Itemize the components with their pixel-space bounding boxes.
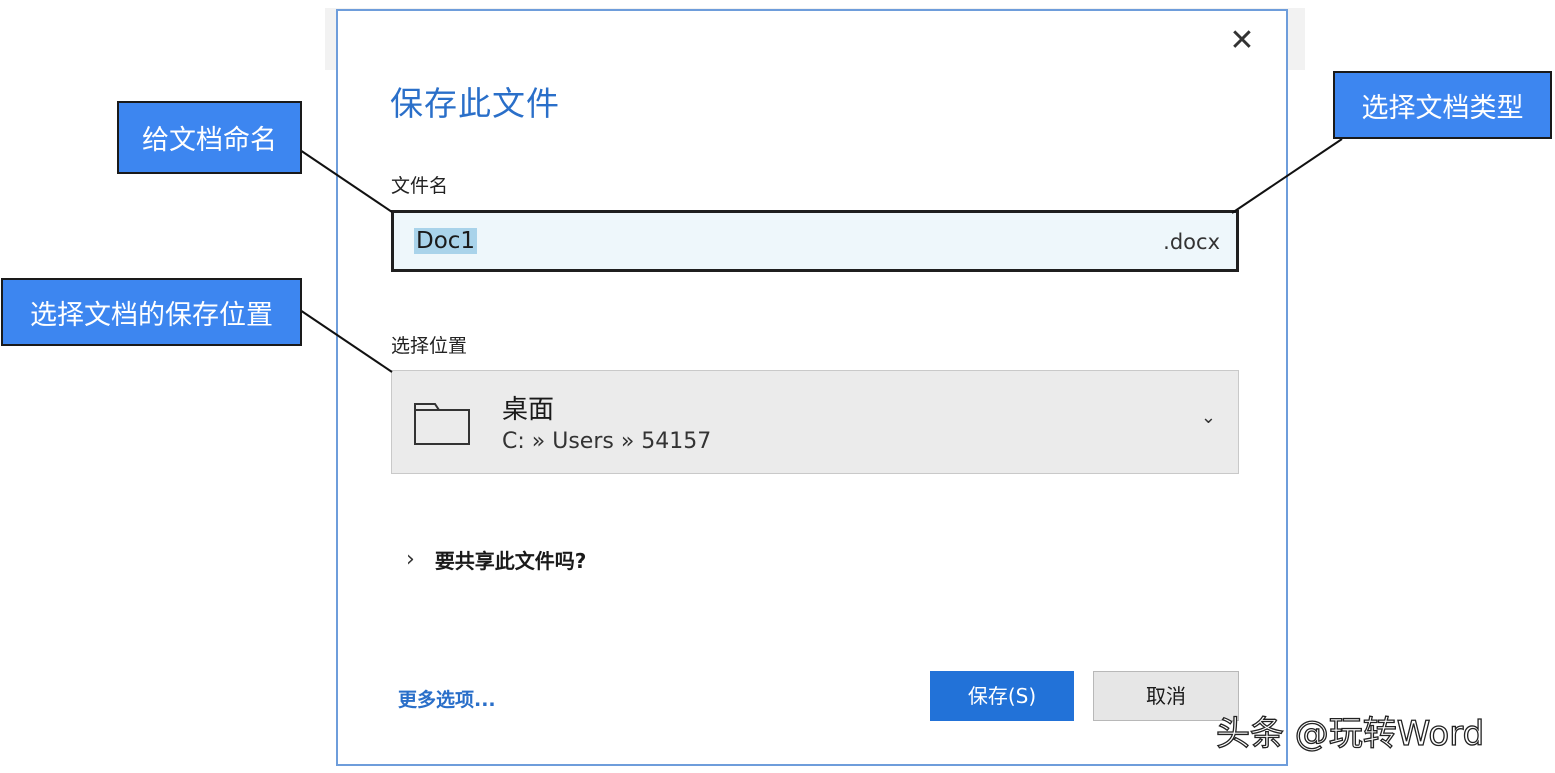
callout-doc-type: 选择文档类型 <box>1333 71 1552 139</box>
callout-name-doc: 给文档命名 <box>117 101 302 174</box>
callout-save-location: 选择文档的保存位置 <box>1 278 302 346</box>
leader-line-location <box>299 309 393 373</box>
watermark-text: 头条 @玩转Word <box>1215 713 1485 754</box>
leader-line-type <box>1231 138 1343 214</box>
leader-line-name <box>299 149 393 213</box>
screenshot-stage: ✕ 保存此文件 文件名 Doc1 .docx 选择位置 桌面 C: » User… <box>0 0 1555 773</box>
